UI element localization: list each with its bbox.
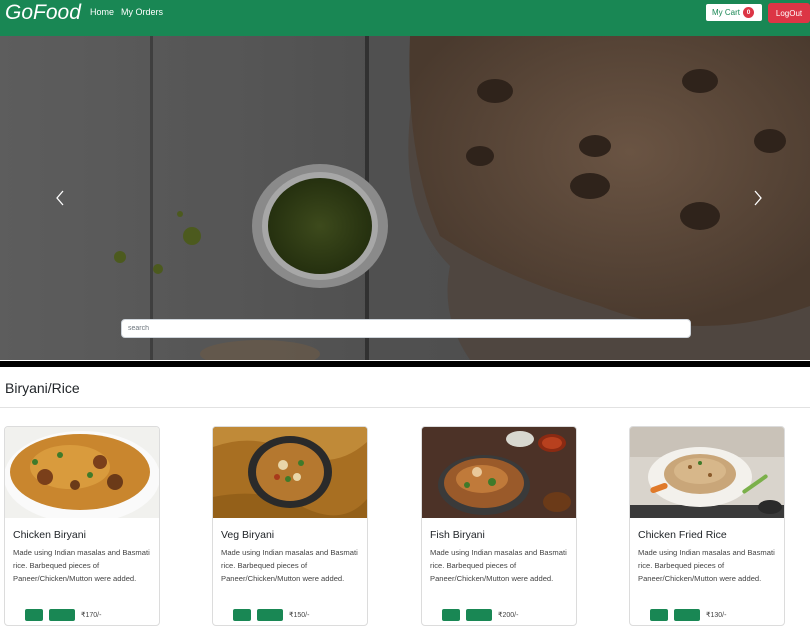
chevron-right-icon bbox=[754, 190, 762, 206]
my-cart-label: My Cart bbox=[712, 8, 740, 17]
brand-logo[interactable]: GoFood bbox=[5, 1, 81, 25]
food-description: Made using Indian masalas and Basmati ri… bbox=[13, 548, 150, 583]
size-select[interactable] bbox=[257, 609, 283, 621]
size-select[interactable] bbox=[49, 609, 75, 621]
category-divider bbox=[0, 407, 810, 408]
quantity-select[interactable] bbox=[650, 609, 668, 621]
quantity-select[interactable] bbox=[233, 609, 251, 621]
card-controls: ₹150/- bbox=[233, 609, 309, 621]
food-description: Made using Indian masalas and Basmati ri… bbox=[221, 548, 358, 583]
food-price: ₹200/- bbox=[498, 612, 519, 619]
card-controls: ₹170/- bbox=[25, 609, 101, 621]
food-name: Chicken Fried Rice bbox=[638, 529, 727, 541]
food-card-chicken-biryani: Chicken Biryani Made using Indian masala… bbox=[4, 426, 160, 626]
food-description: Made using Indian masalas and Basmati ri… bbox=[638, 548, 775, 583]
size-select[interactable] bbox=[674, 609, 700, 621]
food-image bbox=[630, 427, 784, 518]
food-name: Fish Biryani bbox=[430, 529, 485, 541]
size-select[interactable] bbox=[466, 609, 492, 621]
card-controls: ₹200/- bbox=[442, 609, 518, 621]
quantity-select[interactable] bbox=[442, 609, 460, 621]
logout-button[interactable]: LogOut bbox=[768, 3, 810, 23]
food-card-veg-biryani: Veg Biryani Made using Indian masalas an… bbox=[212, 426, 368, 626]
cart-count-badge: 0 bbox=[743, 7, 754, 18]
food-image bbox=[422, 427, 576, 518]
navbar: GoFood Home My Orders My Cart 0 LogOut bbox=[0, 0, 810, 36]
card-controls: ₹130/- bbox=[650, 609, 726, 621]
my-cart-button[interactable]: My Cart 0 bbox=[705, 3, 763, 22]
hero-image bbox=[0, 36, 810, 360]
carousel-prev-button[interactable] bbox=[45, 183, 75, 213]
category-title: Biryani/Rice bbox=[5, 380, 80, 396]
food-image bbox=[213, 427, 367, 518]
food-card-fish-biryani: Fish Biryani Made using Indian masalas a… bbox=[421, 426, 577, 626]
nav-link-my-orders[interactable]: My Orders bbox=[121, 7, 163, 17]
search-input[interactable] bbox=[121, 319, 691, 338]
food-name: Veg Biryani bbox=[221, 529, 275, 541]
food-price: ₹130/- bbox=[706, 612, 727, 619]
nav-link-home[interactable]: Home bbox=[90, 7, 114, 17]
carousel-bottom-bar bbox=[0, 361, 810, 367]
food-name: Chicken Biryani bbox=[13, 529, 86, 541]
food-image bbox=[5, 427, 159, 518]
quantity-select[interactable] bbox=[25, 609, 43, 621]
food-description: Made using Indian masalas and Basmati ri… bbox=[430, 548, 567, 583]
carousel-next-button[interactable] bbox=[743, 183, 773, 213]
chevron-left-icon bbox=[56, 190, 64, 206]
food-price: ₹170/- bbox=[81, 612, 102, 619]
food-price: ₹150/- bbox=[289, 612, 310, 619]
food-card-chicken-fried-rice: Chicken Fried Rice Made using Indian mas… bbox=[629, 426, 785, 626]
hero-carousel bbox=[0, 36, 810, 360]
